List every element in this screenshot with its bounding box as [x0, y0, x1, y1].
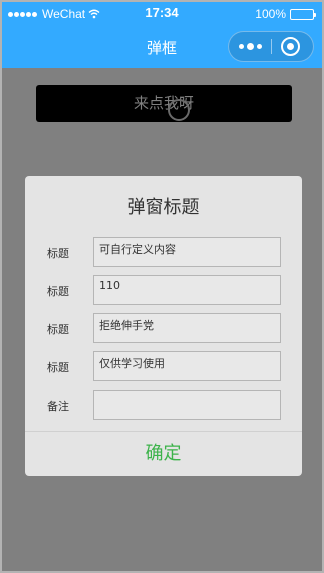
popup-dialog: 弹窗标题 标题 可自行定义内容 标题 110 标题 拒绝伸手党 标题 仅供学习使… [25, 176, 302, 476]
form-row: 标题 仅供学习使用 [25, 351, 302, 381]
battery-status: 100% [255, 7, 316, 21]
battery-percent: 100% [255, 7, 286, 21]
status-bar: WeChat 17:34 100% [2, 2, 322, 26]
row-label: 标题 [47, 323, 69, 336]
more-dots-icon[interactable] [229, 32, 271, 61]
text-field[interactable]: 拒绝伸手党 [93, 313, 281, 343]
capsule-divider [271, 39, 272, 54]
form-row: 标题 110 [25, 275, 302, 305]
menu-capsule [228, 31, 314, 62]
target-close-icon[interactable] [281, 37, 300, 56]
touch-ring-icon [168, 99, 190, 121]
phone-frame: WeChat 17:34 100% 弹框 来点我呀 弹窗标题 标题 可自行定义内… [0, 0, 324, 573]
form-row: 标题 可自行定义内容 [25, 237, 302, 267]
text-field[interactable]: 110 [93, 275, 281, 305]
page-content-overlay: 来点我呀 弹窗标题 标题 可自行定义内容 标题 110 标题 拒绝伸手党 标题 … [2, 68, 322, 571]
form-row: 备注 [25, 390, 302, 420]
row-label: 标题 [47, 285, 69, 298]
row-label: 备注 [47, 400, 69, 413]
confirm-button[interactable]: 确定 [25, 432, 302, 476]
navigation-bar: 弹框 [2, 26, 322, 68]
row-label: 标题 [47, 247, 69, 260]
remark-field[interactable] [93, 390, 281, 420]
text-field[interactable]: 可自行定义内容 [93, 237, 281, 267]
form-row: 标题 拒绝伸手党 [25, 313, 302, 343]
text-field[interactable]: 仅供学习使用 [93, 351, 281, 381]
open-popup-button[interactable]: 来点我呀 [36, 85, 292, 122]
battery-icon [290, 8, 316, 20]
row-label: 标题 [47, 361, 69, 374]
dialog-title: 弹窗标题 [127, 197, 200, 218]
